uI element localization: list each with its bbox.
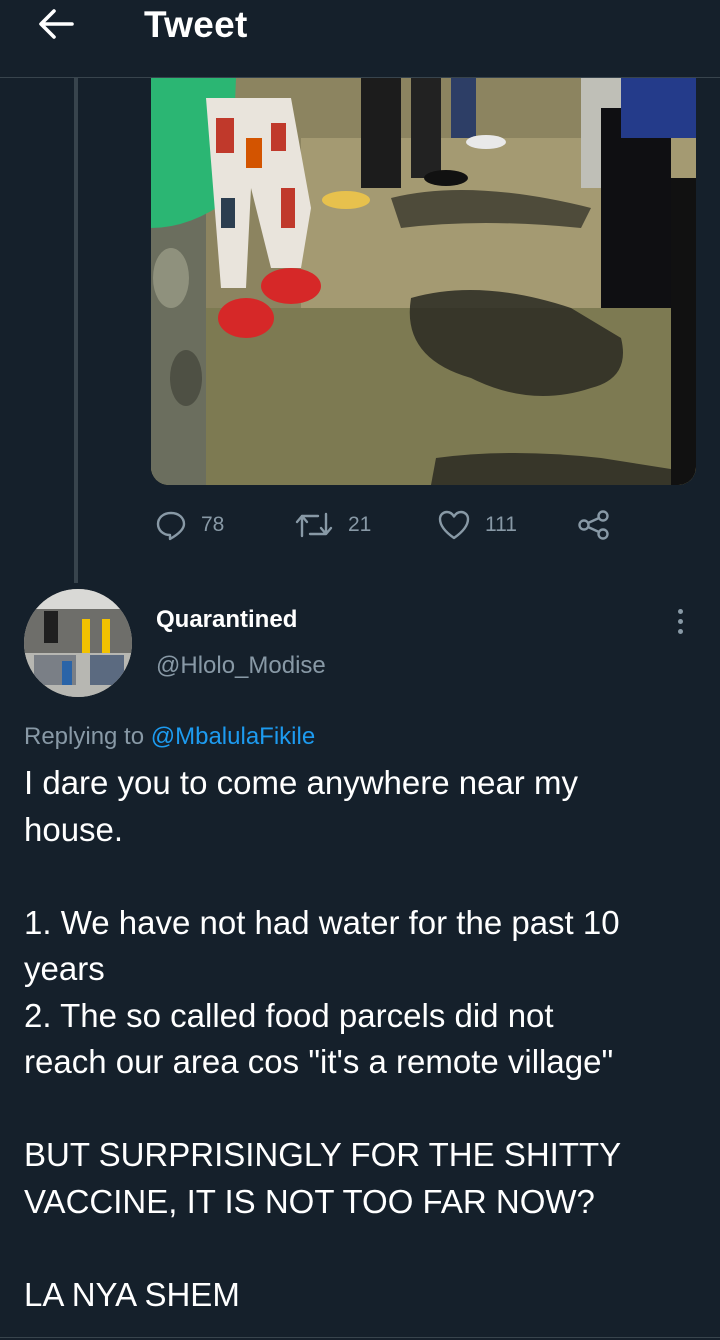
page-title: Tweet: [144, 4, 248, 45]
like-count: 111: [485, 513, 517, 536]
like-action[interactable]: 111: [437, 500, 517, 550]
user-handle[interactable]: @Hlolo_Modise: [156, 652, 326, 680]
arrow-left-icon: [39, 9, 74, 39]
reply-action[interactable]: 78: [155, 500, 224, 550]
reply-count: 78: [201, 513, 225, 536]
avatar[interactable]: [24, 589, 132, 697]
replying-to-label: Replying to: [24, 723, 151, 750]
tweet-text-line: house.: [24, 810, 124, 848]
share-action[interactable]: [577, 500, 625, 550]
tweet-text-line: LA NYA SHEM: [24, 1275, 240, 1313]
tweet-text-line: I dare you to come anywhere near my: [24, 764, 578, 801]
tweet-text-line: reach our area cos "it's a remote villag…: [24, 1043, 614, 1080]
more-dot-icon: [677, 618, 683, 624]
tweet-action-bar: 78 21 111: [151, 500, 671, 550]
retweet-count: 21: [348, 513, 372, 536]
tweet-text-line: years: [24, 950, 105, 987]
heart-icon: [438, 510, 470, 540]
tweet-photo[interactable]: [151, 78, 696, 485]
retweet-icon: [295, 512, 333, 538]
replying-to: Replying to @MbalulaFikile: [24, 723, 315, 751]
divider: [0, 1337, 720, 1338]
reply-icon: [156, 511, 186, 541]
tweet-text-line: 2. The so called food parcels did not: [24, 996, 554, 1034]
top-app-bar: Tweet: [0, 0, 720, 78]
back-button[interactable]: [34, 4, 78, 44]
display-name[interactable]: Quarantined: [156, 606, 297, 634]
more-dot-icon: [677, 628, 683, 634]
more-dot-icon: [677, 608, 683, 614]
tweet-text-line: 1. We have not had water for the past 10: [24, 903, 620, 941]
tweet-text-line: VACCINE, IT IS NOT TOO FAR NOW?: [24, 1182, 595, 1220]
more-options-button[interactable]: [666, 604, 694, 638]
tweet-text-line: BUT SURPRISINGLY FOR THE SHITTY: [24, 1136, 622, 1173]
retweet-action[interactable]: 21: [294, 500, 371, 550]
replying-to-mention-link[interactable]: @MbalulaFikile: [151, 723, 315, 750]
tweet-text: I dare you to come anywhere near my hous…: [24, 760, 704, 1318]
thread-connector-line: [74, 78, 78, 583]
share-icon: [578, 510, 609, 540]
